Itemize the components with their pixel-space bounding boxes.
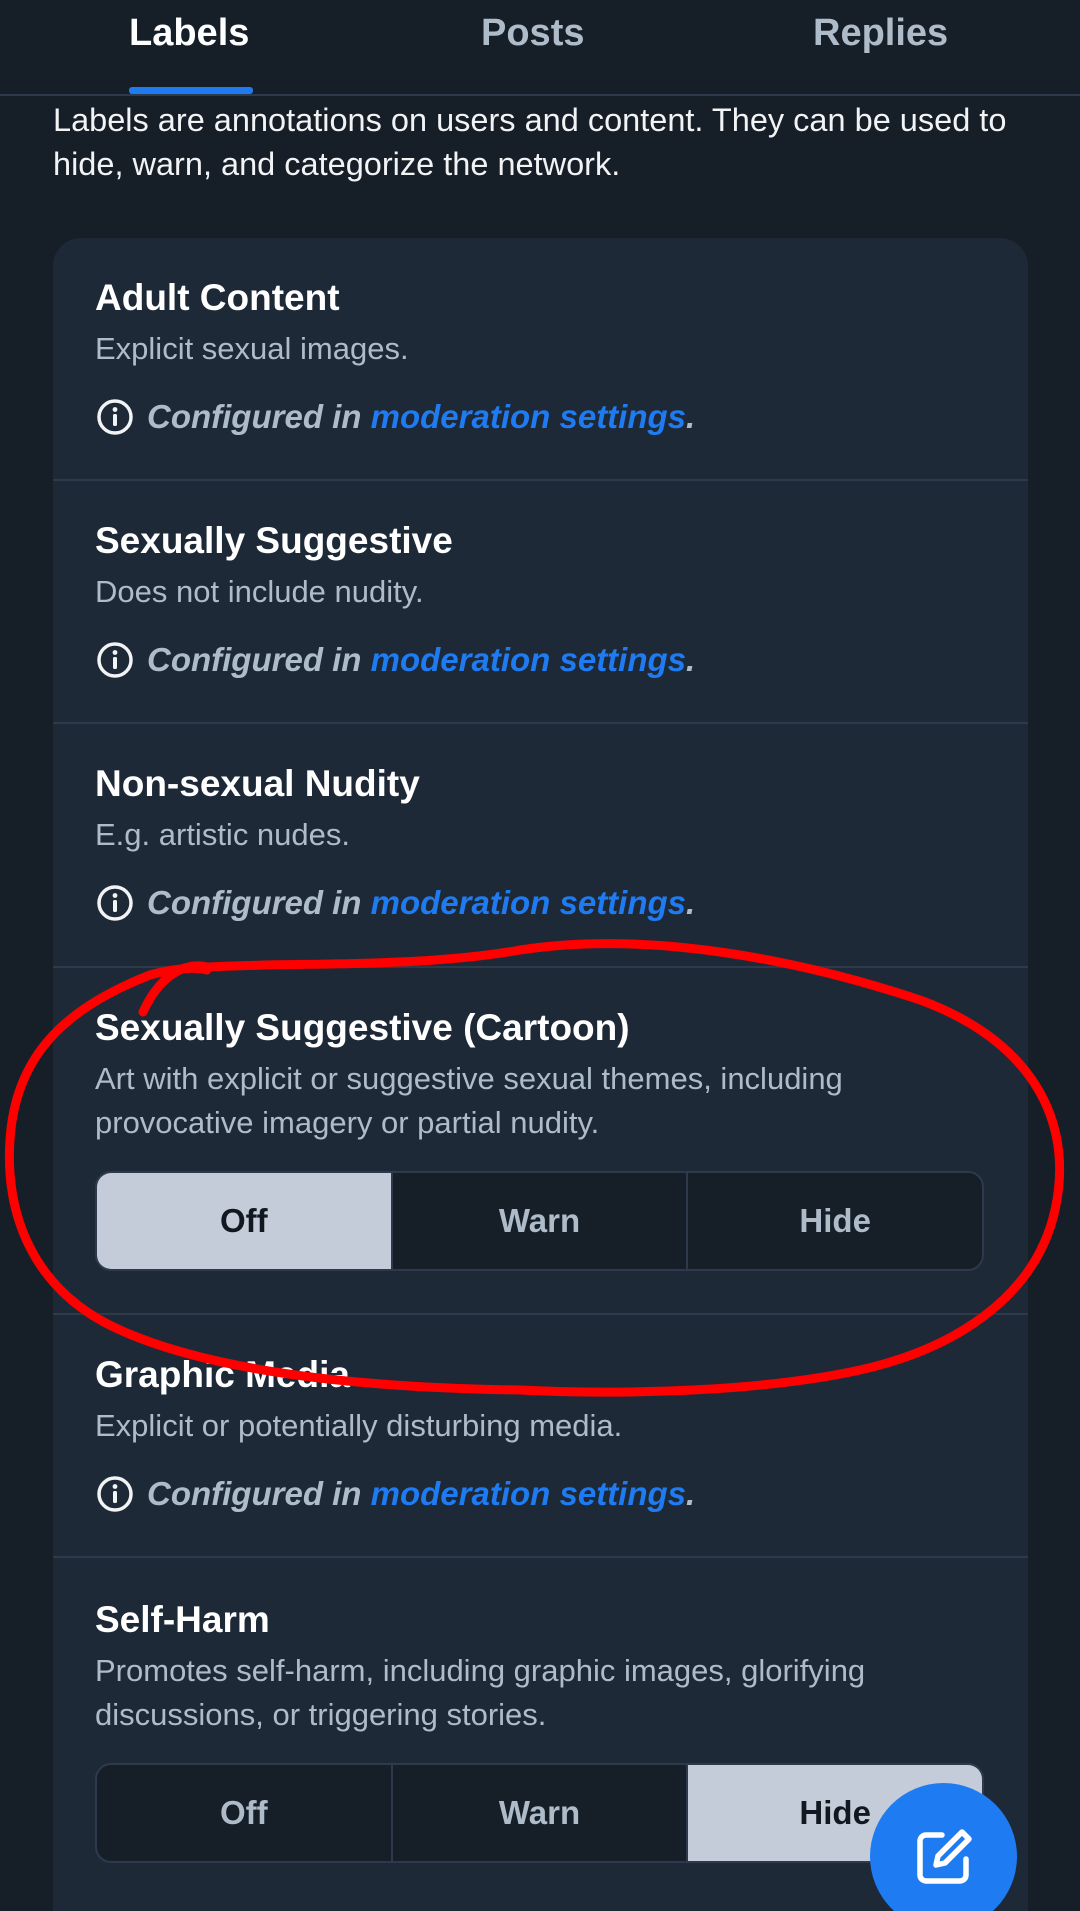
configured-prefix: Configured in xyxy=(147,398,371,435)
info-circle-icon xyxy=(97,885,133,921)
compose-pencil-icon xyxy=(916,1828,972,1884)
configured-suffix: . xyxy=(686,641,696,678)
label-section-adult-content: Adult Content Explicit sexual images. Co… xyxy=(53,238,1028,481)
label-visibility-toggle: Off Warn Hide xyxy=(95,1763,984,1863)
configured-text: Configured in moderation settings. xyxy=(147,638,695,682)
configured-text: Configured in moderation settings. xyxy=(147,395,695,439)
label-section-graphic-media: Graphic Media Explicit or potentially di… xyxy=(53,1315,1028,1558)
active-tab-indicator xyxy=(129,87,253,94)
toggle-hide-button[interactable]: Hide xyxy=(688,1173,982,1269)
label-title: Non-sexual Nudity xyxy=(95,763,420,804)
tab-posts[interactable]: Posts xyxy=(481,10,584,56)
toggle-warn-button[interactable]: Warn xyxy=(393,1765,689,1861)
label-description: E.g. artistic nudes. xyxy=(95,817,351,852)
info-circle-icon xyxy=(97,1476,133,1512)
tab-labels[interactable]: Labels xyxy=(129,10,249,56)
moderation-settings-link[interactable]: moderation settings xyxy=(371,1475,686,1512)
label-section-sexually-suggestive: Sexually Suggestive Does not include nud… xyxy=(53,481,1028,724)
label-section-non-sexual-nudity: Non-sexual Nudity E.g. artistic nudes. C… xyxy=(53,724,1028,968)
configured-suffix: . xyxy=(686,398,696,435)
labels-intro-text: Labels are annotations on users and cont… xyxy=(53,102,1007,182)
toggle-off-button[interactable]: Off xyxy=(97,1173,393,1269)
label-description: Art with explicit or suggestive sexual t… xyxy=(95,1061,843,1140)
label-description: Promotes self-harm, including graphic im… xyxy=(95,1653,866,1732)
label-visibility-toggle: Off Warn Hide xyxy=(95,1171,984,1271)
configured-note: Configured in moderation settings. xyxy=(95,1472,695,1516)
label-section-sexually-suggestive-cartoon: Sexually Suggestive (Cartoon) Art with e… xyxy=(53,968,1028,1315)
tab-bar: Labels Posts Replies xyxy=(0,0,1080,96)
labels-card: Adult Content Explicit sexual images. Co… xyxy=(53,238,1028,1911)
configured-note: Configured in moderation settings. xyxy=(95,638,695,682)
label-title: Self-Harm xyxy=(95,1599,270,1640)
label-description: Explicit sexual images. xyxy=(95,331,409,366)
configured-prefix: Configured in xyxy=(147,884,371,921)
page: Labels Posts Replies Labels are annotati… xyxy=(0,0,1080,1911)
label-title: Adult Content xyxy=(95,277,340,318)
configured-prefix: Configured in xyxy=(147,641,371,678)
moderation-settings-link[interactable]: moderation settings xyxy=(371,884,686,921)
moderation-settings-link[interactable]: moderation settings xyxy=(371,398,686,435)
label-title: Sexually Suggestive (Cartoon) xyxy=(95,1007,630,1048)
label-title: Graphic Media xyxy=(95,1354,350,1395)
label-description: Does not include nudity. xyxy=(95,574,424,609)
configured-text: Configured in moderation settings. xyxy=(147,1472,695,1516)
toggle-warn-button[interactable]: Warn xyxy=(393,1173,689,1269)
label-description: Explicit or potentially disturbing media… xyxy=(95,1408,623,1443)
info-circle-icon xyxy=(97,642,133,678)
configured-suffix: . xyxy=(686,884,696,921)
configured-note: Configured in moderation settings. xyxy=(95,395,695,439)
configured-note: Configured in moderation settings. xyxy=(95,881,695,925)
info-circle-icon xyxy=(97,399,133,435)
label-title: Sexually Suggestive xyxy=(95,520,453,561)
toggle-off-button[interactable]: Off xyxy=(97,1765,393,1861)
tab-replies[interactable]: Replies xyxy=(813,10,948,56)
moderation-settings-link[interactable]: moderation settings xyxy=(371,641,686,678)
configured-text: Configured in moderation settings. xyxy=(147,881,695,925)
configured-suffix: . xyxy=(686,1475,696,1512)
configured-prefix: Configured in xyxy=(147,1475,371,1512)
